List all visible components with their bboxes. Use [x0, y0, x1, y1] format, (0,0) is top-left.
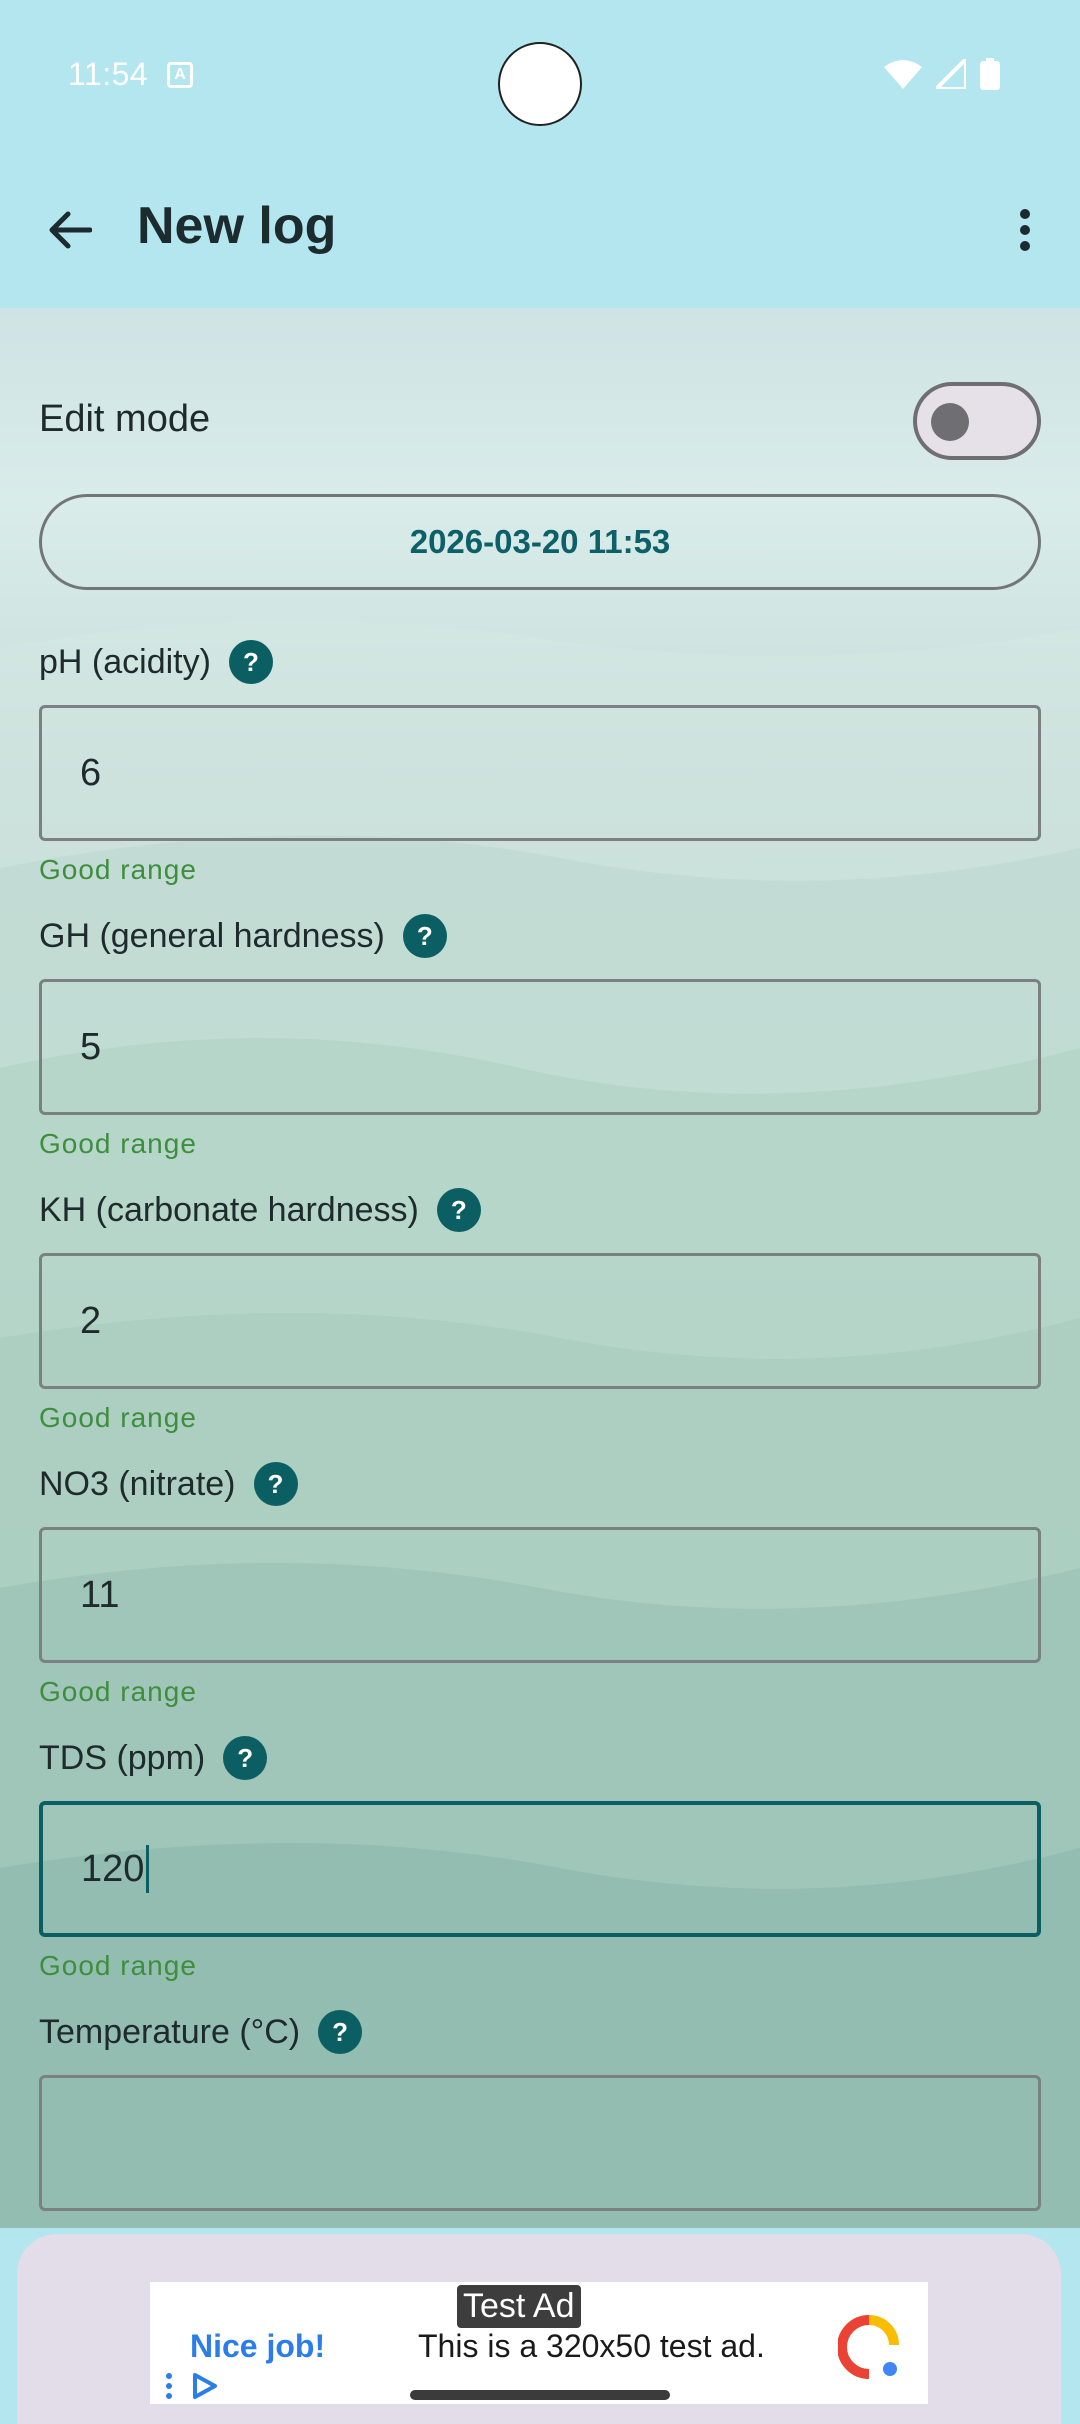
signal-icon [936, 59, 966, 89]
arrow-back-icon [49, 211, 92, 249]
no3-help-icon[interactable]: ? [253, 1462, 298, 1506]
gh-label: GH (general hardness) ? [39, 914, 447, 958]
date-time-button[interactable]: 2026-03-20 11:53 [39, 494, 1041, 590]
more-vert-icon [1020, 209, 1030, 251]
tds-label-text: TDS (ppm) [39, 1738, 206, 1777]
tds-input[interactable]: 120 [39, 1801, 1041, 1937]
ad-test-tag: Test Ad [457, 2285, 581, 2328]
ph-help-icon[interactable]: ? [228, 640, 273, 684]
screen: 11:54 A New log Edit mode 2026-03-20 11:… [0, 0, 1080, 2424]
temperature-label: Temperature (°C) ? [39, 2010, 363, 2054]
tds-value: 120 [81, 1847, 145, 1890]
text-cursor [146, 1845, 150, 1893]
status-icons [884, 58, 1000, 90]
ad-headline[interactable]: Nice job! [190, 2328, 325, 2365]
gh-value: 5 [80, 1025, 102, 1068]
wifi-icon [884, 60, 922, 89]
kh-hint: Good range [39, 1402, 197, 1433]
home-indicator[interactable] [410, 2390, 670, 2400]
edit-mode-row: Edit mode [39, 380, 1041, 460]
more-options-button[interactable] [990, 195, 1060, 265]
ph-hint: Good range [39, 854, 197, 885]
camera-cutout [498, 42, 582, 126]
temperature-help-icon[interactable]: ? [318, 2010, 363, 2054]
gh-hint: Good range [39, 1128, 197, 1159]
edit-mode-toggle[interactable] [913, 382, 1041, 460]
kh-label: KH (carbonate hardness) ? [39, 1188, 481, 1232]
notification-icon: A [167, 62, 193, 88]
toggle-knob [931, 403, 969, 441]
edit-mode-label: Edit mode [39, 398, 211, 440]
app-bar: New log [0, 150, 1080, 308]
gh-label-text: GH (general hardness) [39, 916, 385, 955]
back-button[interactable] [30, 195, 110, 265]
ph-label-text: pH (acidity) [39, 642, 211, 681]
ph-label: pH (acidity) ? [39, 640, 273, 684]
ad-choices-play-icon[interactable] [192, 2372, 218, 2400]
ph-value: 6 [80, 751, 102, 794]
page-title: New log [137, 197, 337, 255]
no3-label-text: NO3 (nitrate) [39, 1464, 236, 1503]
temperature-input[interactable] [39, 2075, 1041, 2211]
tds-help-icon[interactable]: ? [223, 1736, 268, 1780]
ad-body: This is a 320x50 test ad. [418, 2328, 765, 2364]
status-bar: 11:54 A [0, 0, 1080, 150]
gh-help-icon[interactable]: ? [402, 914, 447, 958]
tds-label: TDS (ppm) ? [39, 1736, 268, 1780]
ad-choices-dots-icon[interactable] [165, 2372, 173, 2400]
log-form[interactable]: Edit mode 2026-03-20 11:53 pH (acidity) … [0, 308, 1080, 2228]
kh-label-text: KH (carbonate hardness) [39, 1190, 419, 1229]
status-time: 11:54 [68, 56, 149, 92]
gh-input[interactable]: 5 [39, 979, 1041, 1115]
tds-hint: Good range [39, 1950, 197, 1981]
no3-value: 11 [80, 1573, 120, 1616]
kh-help-icon[interactable]: ? [436, 1188, 481, 1232]
ad-logo-icon [838, 2315, 899, 2379]
kh-value: 2 [80, 1299, 102, 1342]
no3-input[interactable]: 11 [39, 1527, 1041, 1663]
kh-input[interactable]: 2 [39, 1253, 1041, 1389]
no3-hint: Good range [39, 1676, 197, 1707]
battery-icon [980, 58, 1000, 90]
no3-label: NO3 (nitrate) ? [39, 1462, 298, 1506]
temperature-label-text: Temperature (°C) [39, 2012, 301, 2051]
ph-input[interactable]: 6 [39, 705, 1041, 841]
